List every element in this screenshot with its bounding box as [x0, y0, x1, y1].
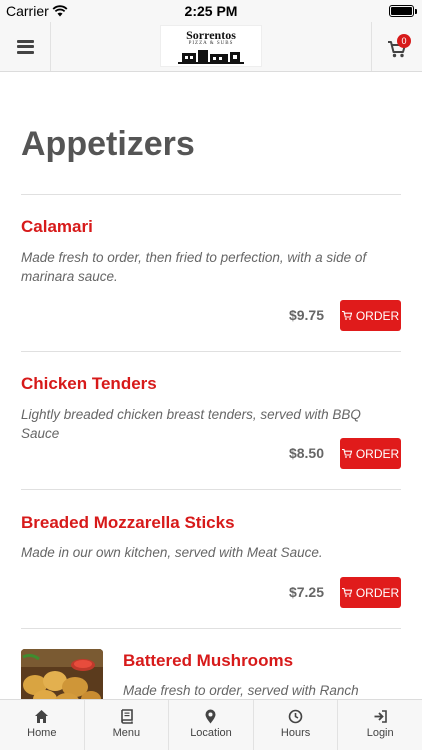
item-description: Made in our own kitchen, served with Mea… — [21, 545, 323, 560]
hamburger-icon — [16, 39, 34, 54]
tab-label: Location — [190, 727, 232, 739]
item-price: $7.25 — [288, 584, 324, 600]
restaurant-logo[interactable]: Sorrentos PIZZA & SUBS — [160, 25, 262, 67]
menu-button[interactable] — [0, 22, 51, 71]
tab-home[interactable]: Home — [0, 700, 85, 750]
status-bar: Carrier 2:25 PM — [0, 0, 422, 22]
order-label: ORDER — [355, 585, 400, 600]
item-description: Made fresh to order, then fried to perfe… — [21, 250, 367, 284]
login-icon — [374, 710, 387, 723]
item-price: $8.50 — [288, 445, 324, 461]
cart-icon — [341, 588, 352, 597]
cart-icon — [341, 449, 352, 458]
tab-label: Hours — [280, 727, 311, 739]
cart-count-badge: 0 — [397, 34, 411, 48]
battery-icon — [389, 5, 417, 17]
home-icon — [35, 710, 49, 723]
item-description: Made fresh to order, served with Ranch — [123, 683, 359, 698]
divider — [21, 489, 401, 490]
tab-label: Home — [27, 727, 57, 739]
tab-menu[interactable]: Menu — [85, 700, 170, 750]
building-icon — [178, 49, 244, 64]
divider — [21, 351, 401, 352]
order-button[interactable]: ORDER — [340, 438, 401, 469]
divider — [21, 628, 401, 629]
order-label: ORDER — [355, 446, 400, 461]
app-header: Sorrentos PIZZA & SUBS 0 — [0, 22, 422, 72]
cart-button[interactable]: 0 — [371, 22, 422, 71]
divider — [21, 194, 401, 195]
mushrooms-image — [21, 649, 103, 699]
tab-label: Login — [366, 727, 394, 739]
map-pin-icon — [205, 709, 216, 724]
cart-icon — [341, 311, 352, 320]
logo-tagline: PIZZA & SUBS — [188, 40, 234, 46]
order-label: ORDER — [355, 308, 400, 323]
order-button[interactable]: ORDER — [340, 300, 401, 331]
menu-content[interactable]: Appetizers Calamari Made fresh to order,… — [0, 73, 422, 699]
order-button[interactable]: ORDER — [340, 577, 401, 608]
tab-label: Menu — [112, 727, 141, 739]
logo-name: Sorrentos — [186, 27, 236, 42]
clock-icon — [288, 709, 303, 724]
tab-hours[interactable]: Hours — [254, 700, 339, 750]
tab-login[interactable]: Login — [338, 700, 422, 750]
bottom-tab-bar: Home Menu Location Hours Login — [0, 699, 422, 750]
section-title: Appetizers — [21, 125, 195, 163]
item-name[interactable]: Battered Mushrooms — [123, 651, 293, 671]
item-price: $9.75 — [288, 307, 324, 323]
item-photo[interactable] — [21, 649, 103, 699]
status-time: 2:25 PM — [184, 3, 238, 19]
book-icon — [121, 709, 133, 724]
item-name[interactable]: Calamari — [21, 217, 93, 237]
item-name[interactable]: Chicken Tenders — [21, 374, 157, 394]
item-name[interactable]: Breaded Mozzarella Sticks — [21, 513, 235, 533]
tab-location[interactable]: Location — [169, 700, 254, 750]
